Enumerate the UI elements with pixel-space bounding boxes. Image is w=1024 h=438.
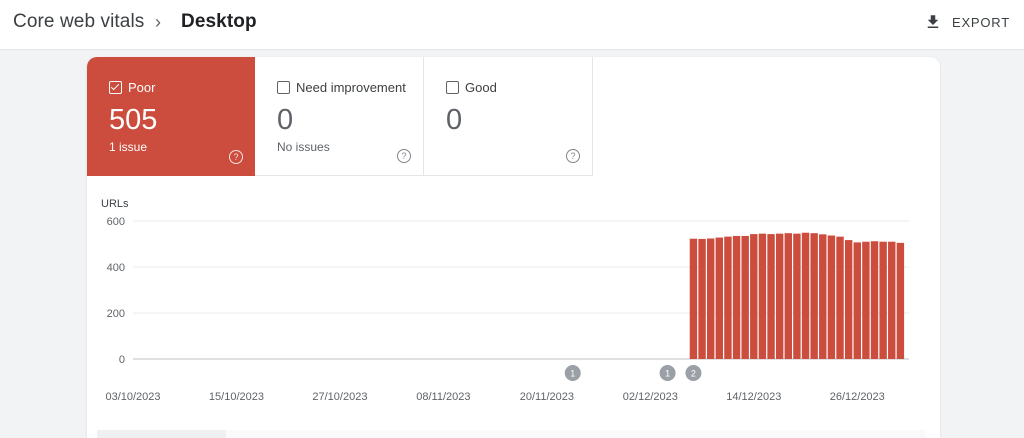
tile-poor[interactable]: Poor 505 1 issue ? xyxy=(87,57,255,176)
chart-bar xyxy=(741,235,749,359)
tile-poor-sub: 1 issue xyxy=(109,140,148,154)
chart-bar xyxy=(715,237,724,359)
chart-bar xyxy=(724,236,732,359)
chart-bar xyxy=(793,233,801,359)
y-tick-label: 400 xyxy=(107,262,125,274)
export-button[interactable]: EXPORT xyxy=(924,10,1010,34)
top-bar: Core web vitals › Desktop EXPORT xyxy=(0,0,1024,50)
chart-bar xyxy=(836,236,844,359)
chart-bar xyxy=(844,240,853,359)
x-tick-label: 03/10/2023 xyxy=(105,391,160,403)
help-icon[interactable]: ? xyxy=(229,150,243,164)
urls-chart: URLs 0 200 400 600 03/10/2023 15/10/2023 27/10/… xyxy=(87,195,940,415)
tile-good[interactable]: Good 0 ? xyxy=(424,57,593,176)
x-tick-label: 15/10/2023 xyxy=(209,391,264,403)
annotation-label: 2 xyxy=(691,369,696,379)
download-icon xyxy=(927,15,939,28)
chart-bar xyxy=(750,234,758,359)
y-tick-label: 200 xyxy=(107,308,125,320)
breadcrumb-parent[interactable]: Core web vitals xyxy=(13,11,144,33)
chart-bar xyxy=(758,233,767,359)
chart-bar xyxy=(879,241,887,359)
chart-svg: URLs 0 200 400 600 03/10/2023 15/10/2023 27/10/… xyxy=(101,198,909,403)
table-header-strip-right xyxy=(226,430,926,438)
x-tick-label: 02/12/2023 xyxy=(623,391,678,403)
chart-bar xyxy=(784,233,792,359)
chart-bar xyxy=(827,235,836,359)
chart-bar xyxy=(819,234,827,359)
chart-bar xyxy=(896,242,905,359)
chart-bar xyxy=(732,235,741,359)
y-tick-label: 600 xyxy=(107,216,125,228)
x-tick-label: 27/10/2023 xyxy=(312,391,367,403)
chart-bar xyxy=(801,232,810,359)
poor-checkbox-icon[interactable] xyxy=(109,81,122,94)
export-label: EXPORT xyxy=(951,14,1010,30)
chart-bar xyxy=(706,238,715,359)
chart-bar xyxy=(862,241,870,359)
tile-good-label: Good xyxy=(465,80,497,95)
chart-bar xyxy=(810,233,818,359)
tile-need-improvement-sub: No issues xyxy=(277,140,330,154)
help-icon[interactable]: ? xyxy=(397,149,411,163)
chart-bar xyxy=(888,241,896,359)
chart-bar xyxy=(698,238,706,359)
tile-need-improvement[interactable]: Need improvement 0 No issues ? xyxy=(255,57,424,176)
tile-poor-value: 505 xyxy=(109,104,158,136)
y-axis-label: URLs xyxy=(101,198,129,210)
x-tick-label: 20/11/2023 xyxy=(520,391,574,403)
chart-bar xyxy=(853,242,861,359)
help-icon[interactable]: ? xyxy=(566,149,580,163)
tile-good-value: 0 xyxy=(446,104,463,136)
annotation-label: 1 xyxy=(665,369,670,379)
annotation-label: 1 xyxy=(570,369,575,379)
need-improvement-checkbox-icon[interactable] xyxy=(277,81,290,94)
chart-bar xyxy=(870,241,879,359)
chart-bar xyxy=(767,234,775,359)
tile-need-improvement-label: Need improvement xyxy=(296,80,406,95)
page-title: Desktop xyxy=(181,11,257,32)
breadcrumb-separator: › xyxy=(155,12,162,32)
table-header-strip xyxy=(97,430,227,438)
x-tick-label: 08/11/2023 xyxy=(416,391,470,403)
report-card: Poor 505 1 issue ? Need improvement 0 No… xyxy=(87,57,940,438)
y-tick-label: 0 xyxy=(119,354,125,366)
chart-bar xyxy=(689,238,698,359)
tile-need-improvement-value: 0 xyxy=(277,104,294,136)
chart-bar xyxy=(775,233,784,359)
x-tick-label: 26/12/2023 xyxy=(830,391,885,403)
tile-poor-label: Poor xyxy=(128,80,156,95)
x-tick-label: 14/12/2023 xyxy=(726,391,781,403)
good-checkbox-icon[interactable] xyxy=(446,81,459,94)
